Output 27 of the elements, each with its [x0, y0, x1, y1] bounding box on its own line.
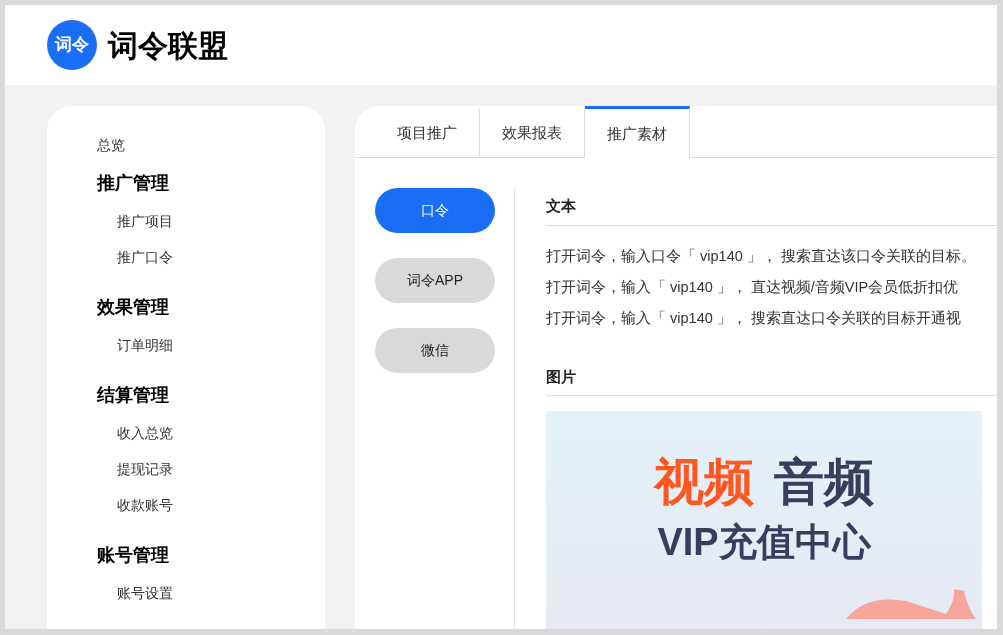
section-title: 文本 — [546, 196, 576, 217]
sidebar-item[interactable]: 账号设置 — [97, 583, 325, 603]
banner-headline: 音频 — [774, 452, 874, 512]
sidebar-group-title: 推广管理 — [97, 172, 170, 195]
sidebar-item[interactable]: 总览 — [97, 135, 325, 155]
banner-headline: 视频 — [654, 452, 754, 512]
tab[interactable]: 推广素材 — [585, 106, 690, 159]
section-title: 图片 — [546, 366, 576, 387]
sidebar-item[interactable]: 推广项目 — [97, 211, 325, 231]
banner-subtitle: VIP充值中心 — [657, 519, 871, 565]
promo-text: 打开词令，输入「 vip140 」， 搜索直达口令关联的目标开通视 — [546, 309, 962, 329]
sidebar-group-title: 账号管理 — [97, 544, 170, 567]
tab[interactable]: 项目推广 — [355, 106, 480, 157]
material-type-button[interactable]: 词令APP — [375, 258, 495, 303]
sidebar-item[interactable]: 收款账号 — [97, 495, 325, 515]
material-type-button[interactable]: 微信 — [375, 328, 495, 373]
logo: 词令 — [47, 20, 97, 70]
sidebar-item[interactable]: 订单明细 — [97, 335, 325, 355]
sidebar-group-title: 效果管理 — [97, 296, 170, 319]
sidebar-item[interactable]: 提现记录 — [97, 459, 325, 479]
promo-text: 打开词令，输入口令「 vip140 」， 搜索直达该口令关联的目标。 — [546, 247, 977, 267]
material-type-button[interactable]: 口令 — [375, 188, 495, 233]
promo-text: 打开词令，输入「 vip140 」， 直达视频/音频VIP会员低折扣优 — [546, 278, 960, 298]
sidebar-group-title: 结算管理 — [97, 384, 170, 407]
app-title: 词令联盟 — [108, 27, 228, 64]
sidebar-item[interactable]: 收入总览 — [97, 423, 325, 443]
sidebar-item[interactable]: 推广口令 — [97, 247, 325, 267]
